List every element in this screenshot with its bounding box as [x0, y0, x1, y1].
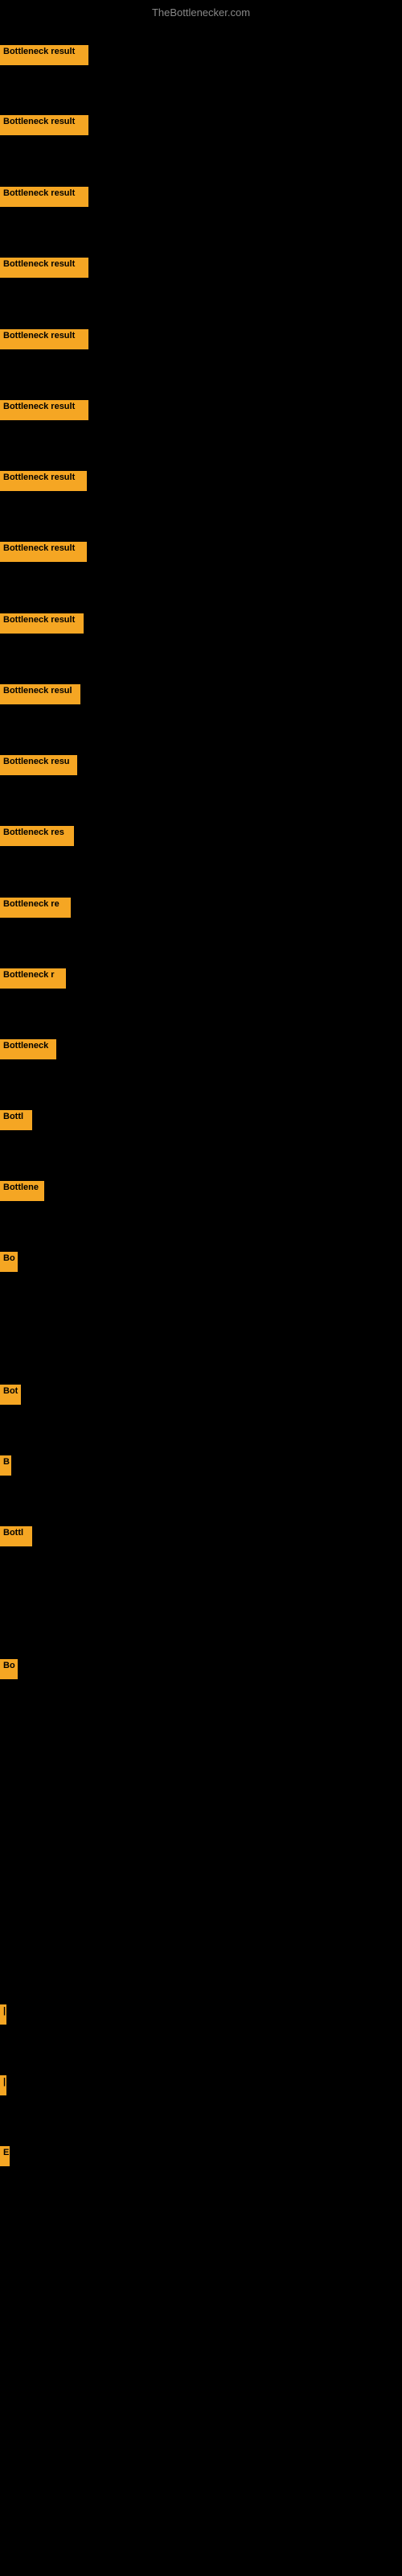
badge-25: E	[0, 2146, 10, 2166]
badge-19: Bot	[0, 1385, 21, 1405]
badge-24: |	[0, 2075, 6, 2095]
badge-7: Bottleneck result	[0, 471, 87, 491]
badge-21: Bottl	[0, 1526, 32, 1546]
badge-16: Bottl	[0, 1110, 32, 1130]
badge-20: B	[0, 1455, 11, 1476]
badge-8: Bottleneck result	[0, 542, 87, 562]
badge-3: Bottleneck result	[0, 187, 88, 207]
badge-9: Bottleneck result	[0, 613, 84, 634]
badge-6: Bottleneck result	[0, 400, 88, 420]
badge-13: Bottleneck re	[0, 898, 71, 918]
badge-15: Bottleneck	[0, 1039, 56, 1059]
badge-22: Bo	[0, 1659, 18, 1679]
badge-23: |	[0, 2004, 6, 2025]
badge-10: Bottleneck resul	[0, 684, 80, 704]
badge-14: Bottleneck r	[0, 968, 66, 989]
badge-12: Bottleneck res	[0, 826, 74, 846]
site-title: TheBottlenecker.com	[0, 6, 402, 19]
badge-17: Bottlene	[0, 1181, 44, 1201]
badge-5: Bottleneck result	[0, 329, 88, 349]
badge-1: Bottleneck result	[0, 45, 88, 65]
badge-4: Bottleneck result	[0, 258, 88, 278]
badge-18: Bo	[0, 1252, 18, 1272]
badge-2: Bottleneck result	[0, 115, 88, 135]
badge-11: Bottleneck resu	[0, 755, 77, 775]
